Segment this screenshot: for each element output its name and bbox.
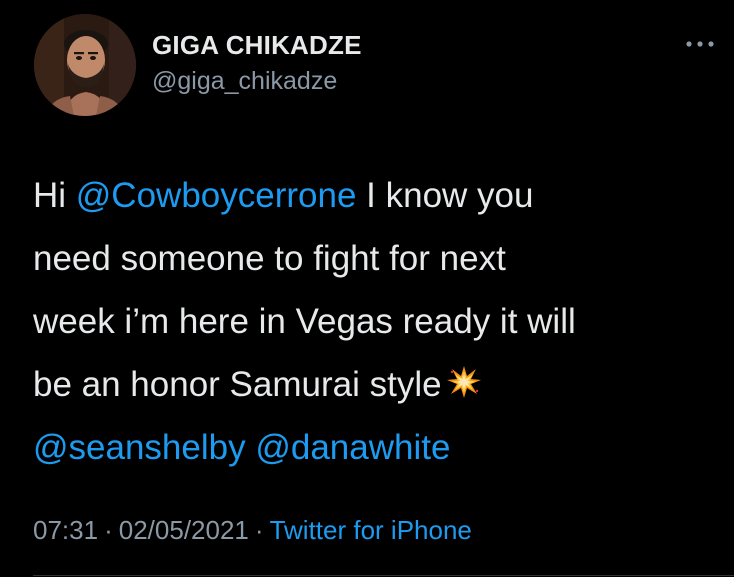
tweet-text-segment: be an honor Samurai style [33,365,442,404]
author-handle[interactable]: @giga_chikadze [152,67,337,96]
collision-emoji-icon [446,366,481,398]
divider [33,575,734,576]
tweet-line-1: Hi @Cowboycerrone I know you [33,164,723,227]
tweet-line-2: need someone to fight for next [33,239,506,278]
meta-separator: · [104,515,113,545]
mention-link-cowboycerrone[interactable]: @Cowboycerrone [76,176,357,215]
tweet-date[interactable]: 02/05/2021 [119,515,249,545]
tweet-source-link[interactable]: Twitter for iPhone [270,515,472,545]
avatar-photo-icon [34,14,136,116]
author-avatar[interactable] [34,14,136,116]
mention-link-seanshelby[interactable]: @seanshelby [33,428,246,467]
mention-link-danawhite[interactable]: @danawhite [255,428,450,467]
tweet-line-5: @seanshelby @danawhite [33,416,723,479]
tweet-text-segment: Hi [33,176,76,215]
tweet-text-segment [246,428,256,467]
tweet-time[interactable]: 07:31 [33,515,98,545]
author-display-name[interactable]: GIGA CHIKADZE [152,30,362,61]
more-options-icon[interactable] [683,32,717,56]
tweet-meta: 07:31 · 02/05/2021 · Twitter for iPhone [33,515,472,546]
tweet-text-segment: I know you [356,176,534,215]
tweet-line-3: week i’m here in Vegas ready it will [33,302,576,341]
meta-separator: · [254,515,264,545]
tweet-line-4: be an honor Samurai style [33,353,723,416]
tweet-text: Hi @Cowboycerrone I know you need someon… [33,164,723,479]
tweet: GIGA CHIKADZE @giga_chikadze Hi @Cowboyc… [0,0,734,577]
